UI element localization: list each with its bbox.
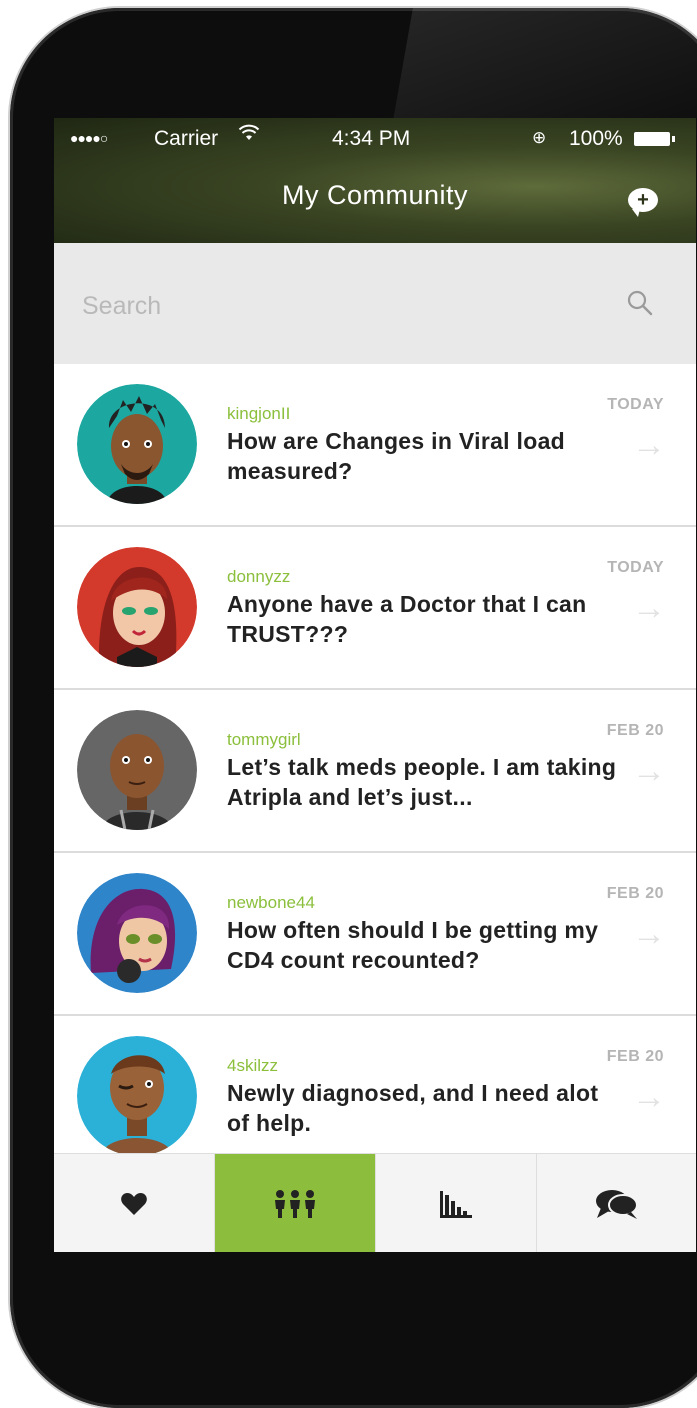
post-message: How often should I be getting my CD4 cou… bbox=[227, 917, 599, 973]
avatar bbox=[77, 873, 197, 993]
carrier-label: Carrier bbox=[154, 127, 219, 150]
post-username: tommygirl bbox=[227, 730, 301, 749]
tab-bar bbox=[54, 1153, 696, 1252]
top-bar: ●●●●○ Carrier 4:34 PM ⊕ 100% My Communit… bbox=[54, 118, 696, 243]
avatar bbox=[77, 710, 197, 830]
new-post-icon[interactable]: + bbox=[628, 188, 658, 217]
search-icon[interactable] bbox=[626, 289, 654, 317]
post-date: TODAY bbox=[607, 396, 664, 413]
arrow-right-icon: → bbox=[632, 915, 666, 953]
list-item[interactable]: kingjonII TODAY How are Changes in Viral… bbox=[54, 364, 696, 527]
arrow-right-icon: → bbox=[632, 589, 666, 627]
phone-frame: ●●●●○ Carrier 4:34 PM ⊕ 100% My Communit… bbox=[10, 8, 697, 1408]
people-icon bbox=[275, 1189, 315, 1218]
arrow-right-icon: → bbox=[632, 426, 666, 464]
post-date: FEB 20 bbox=[606, 885, 664, 902]
tab-stats[interactable] bbox=[376, 1154, 537, 1252]
post-username: newbone44 bbox=[227, 893, 315, 912]
list-item[interactable]: newbone44 FEB 20 How often should I be g… bbox=[54, 853, 696, 1016]
post-username: donnyzz bbox=[227, 567, 291, 586]
search-input[interactable] bbox=[80, 288, 604, 324]
post-message: How are Changes in Viral load measured? bbox=[227, 428, 566, 484]
chat-bubbles-icon bbox=[596, 1189, 638, 1219]
post-message: Newly diagnosed, and I need alot of help… bbox=[227, 1080, 599, 1136]
post-date: FEB 20 bbox=[606, 722, 664, 739]
tab-messages[interactable] bbox=[537, 1154, 696, 1252]
battery-icon bbox=[634, 132, 675, 146]
list-item[interactable]: donnyzz TODAY Anyone have a Doctor that … bbox=[54, 527, 696, 690]
post-date: TODAY bbox=[607, 559, 664, 576]
post-message: Let’s talk meds people. I am taking Atri… bbox=[227, 754, 617, 810]
tab-community[interactable] bbox=[215, 1154, 376, 1252]
post-message: Anyone have a Doctor that I can TRUST??? bbox=[227, 591, 587, 647]
battery-percent: 100% bbox=[569, 127, 623, 150]
tab-favorites[interactable] bbox=[54, 1154, 215, 1252]
wifi-icon bbox=[238, 124, 260, 148]
bar-chart-icon bbox=[440, 1190, 472, 1218]
status-time: 4:34 PM bbox=[332, 127, 411, 150]
search-bar bbox=[54, 243, 696, 364]
post-username: 4skilzz bbox=[227, 1056, 279, 1075]
heart-icon bbox=[121, 1192, 147, 1215]
post-list: kingjonII TODAY How are Changes in Viral… bbox=[54, 364, 696, 1179]
status-bar: ●●●●○ Carrier 4:34 PM ⊕ 100% bbox=[54, 118, 696, 158]
rotation-lock-icon: ⊕ bbox=[532, 128, 547, 147]
app-screen: ●●●●○ Carrier 4:34 PM ⊕ 100% My Communit… bbox=[54, 118, 696, 1252]
signal-indicator: ●●●●○ bbox=[70, 130, 108, 146]
post-date: FEB 20 bbox=[606, 1048, 664, 1065]
arrow-right-icon: → bbox=[632, 1078, 666, 1116]
list-item[interactable]: tommygirl FEB 20 Let’s talk meds people.… bbox=[54, 690, 696, 853]
avatar bbox=[77, 547, 197, 667]
post-username: kingjonII bbox=[227, 404, 291, 423]
avatar bbox=[77, 384, 197, 504]
arrow-right-icon: → bbox=[632, 752, 666, 790]
avatar bbox=[77, 1036, 197, 1156]
page-title: My Community bbox=[281, 180, 469, 210]
